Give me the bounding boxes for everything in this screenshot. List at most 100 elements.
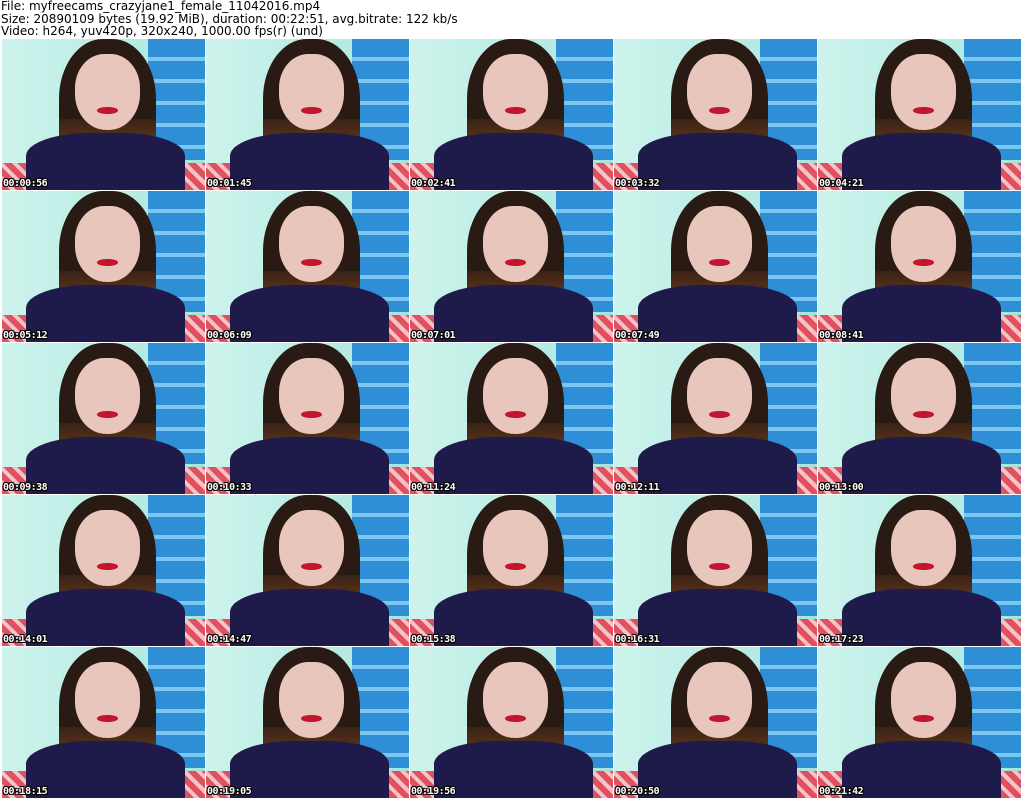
person-dress <box>842 588 1001 646</box>
thumbnail-timestamp: 00:02:41 <box>411 178 456 189</box>
video-thumbnail: 00:06:09 <box>206 191 409 342</box>
thumbnail-timestamp: 00:07:01 <box>411 330 456 341</box>
thumbnail-timestamp: 00:08:41 <box>819 330 864 341</box>
video-info-line: Video: h264, yuv420p, 320x240, 1000.00 f… <box>1 24 323 38</box>
person-face <box>687 54 753 130</box>
thumbnail-timestamp: 00:14:47 <box>207 634 252 645</box>
person-face <box>75 358 141 434</box>
thumbnail-timestamp: 00:14:01 <box>3 634 48 645</box>
video-thumbnail: 00:15:38 <box>410 495 613 646</box>
thumbnail-timestamp: 00:04:21 <box>819 178 864 189</box>
person-dress <box>26 132 185 190</box>
person-dress <box>230 132 389 190</box>
video-thumbnail: 00:01:45 <box>206 39 409 190</box>
person-dress <box>638 740 797 798</box>
person-face <box>891 206 957 282</box>
thumbnail-timestamp: 00:13:00 <box>819 482 864 493</box>
file-name-line: File: myfreecams_crazyjane1_female_11042… <box>1 0 321 13</box>
person-face <box>75 510 141 586</box>
thumbnail-timestamp: 00:06:09 <box>207 330 252 341</box>
video-thumbnail: 00:13:00 <box>818 343 1021 494</box>
thumbnail-timestamp: 00:15:38 <box>411 634 456 645</box>
person-dress <box>842 740 1001 798</box>
person-face <box>891 662 957 738</box>
thumbnail-timestamp: 00:18:15 <box>3 786 48 797</box>
person-dress <box>26 436 185 494</box>
person-dress <box>434 436 593 494</box>
person-face <box>75 662 141 738</box>
person-face <box>891 54 957 130</box>
person-dress <box>842 436 1001 494</box>
thumbnail-timestamp: 00:12:11 <box>615 482 660 493</box>
thumbnail-timestamp: 00:07:49 <box>615 330 660 341</box>
video-thumbnail: 00:03:32 <box>614 39 817 190</box>
video-thumbnail: 00:20:50 <box>614 647 817 798</box>
person-dress <box>434 740 593 798</box>
person-dress <box>434 588 593 646</box>
person-dress <box>26 284 185 342</box>
person-dress <box>842 132 1001 190</box>
video-thumbnail: 00:16:31 <box>614 495 817 646</box>
thumbnail-timestamp: 00:11:24 <box>411 482 456 493</box>
person-dress <box>638 588 797 646</box>
video-thumbnail: 00:14:01 <box>2 495 205 646</box>
thumbnail-timestamp: 00:17:23 <box>819 634 864 645</box>
person-dress <box>638 284 797 342</box>
file-info-header: File: myfreecams_crazyjane1_female_11042… <box>1 0 458 38</box>
video-thumbnail: 00:14:47 <box>206 495 409 646</box>
person-dress <box>230 436 389 494</box>
person-face <box>483 54 549 130</box>
person-face <box>687 662 753 738</box>
video-thumbnail: 00:12:11 <box>614 343 817 494</box>
person-face <box>687 206 753 282</box>
video-thumbnail: 00:17:23 <box>818 495 1021 646</box>
video-thumbnail: 00:05:12 <box>2 191 205 342</box>
thumbnail-timestamp: 00:00:56 <box>3 178 48 189</box>
person-face <box>75 206 141 282</box>
video-thumbnail: 00:19:05 <box>206 647 409 798</box>
person-face <box>891 358 957 434</box>
person-dress <box>26 588 185 646</box>
video-thumbnail: 00:09:38 <box>2 343 205 494</box>
video-thumbnail: 00:00:56 <box>2 39 205 190</box>
person-face <box>483 662 549 738</box>
person-face <box>279 662 345 738</box>
thumbnail-grid: 00:00:56 00:01:45 00:02:41 00:03:32 00:04:21… <box>2 39 1021 798</box>
person-face <box>483 510 549 586</box>
thumbnail-timestamp: 00:19:56 <box>411 786 456 797</box>
thumbnail-timestamp: 00:20:50 <box>615 786 660 797</box>
thumbnail-timestamp: 00:21:42 <box>819 786 864 797</box>
video-thumbnail: 00:08:41 <box>818 191 1021 342</box>
thumbnail-timestamp: 00:19:05 <box>207 786 252 797</box>
video-thumbnail: 00:21:42 <box>818 647 1021 798</box>
person-dress <box>230 588 389 646</box>
person-face <box>483 358 549 434</box>
thumbnail-timestamp: 00:16:31 <box>615 634 660 645</box>
video-thumbnail: 00:10:33 <box>206 343 409 494</box>
thumbnail-timestamp: 00:03:32 <box>615 178 660 189</box>
thumbnail-timestamp: 00:05:12 <box>3 330 48 341</box>
video-thumbnail: 00:18:15 <box>2 647 205 798</box>
person-dress <box>638 132 797 190</box>
video-thumbnail: 00:04:21 <box>818 39 1021 190</box>
video-thumbnail: 00:07:01 <box>410 191 613 342</box>
person-dress <box>230 740 389 798</box>
thumbnail-timestamp: 00:01:45 <box>207 178 252 189</box>
person-dress <box>230 284 389 342</box>
video-thumbnail: 00:11:24 <box>410 343 613 494</box>
person-dress <box>26 740 185 798</box>
person-face <box>687 510 753 586</box>
thumbnail-timestamp: 00:10:33 <box>207 482 252 493</box>
video-thumbnail: 00:07:49 <box>614 191 817 342</box>
person-face <box>687 358 753 434</box>
video-thumbnail: 00:02:41 <box>410 39 613 190</box>
person-face <box>279 358 345 434</box>
person-dress <box>842 284 1001 342</box>
person-face <box>891 510 957 586</box>
person-dress <box>434 284 593 342</box>
person-face <box>75 54 141 130</box>
person-face <box>279 54 345 130</box>
person-face <box>279 510 345 586</box>
thumbnail-timestamp: 00:09:38 <box>3 482 48 493</box>
person-dress <box>434 132 593 190</box>
